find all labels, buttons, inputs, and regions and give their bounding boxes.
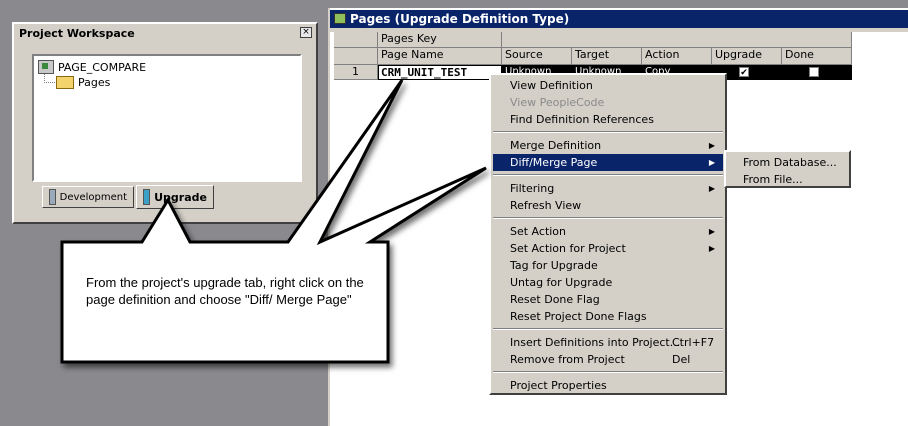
callout-text: From the project's upgrade tab, right cl… xyxy=(86,275,364,307)
callout-shape xyxy=(60,79,487,364)
callout-bubble xyxy=(60,79,487,364)
